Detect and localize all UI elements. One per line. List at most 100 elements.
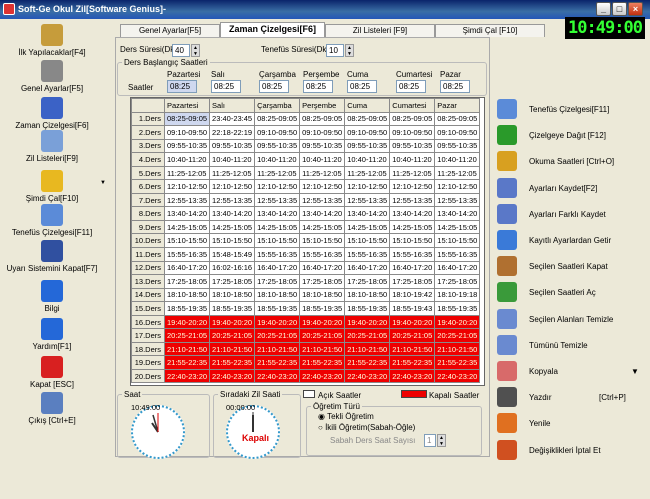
morning-count-input[interactable]: 1 [424,434,436,447]
schedule-cell[interactable]: 13:40-14:20 [163,206,211,221]
schedule-cell[interactable]: 21:55-22:35 [254,355,301,370]
schedule-cell[interactable]: 17:25-18:05 [434,274,481,289]
schedule-cell[interactable]: 11:25-12:05 [209,165,256,181]
start-time-input[interactable]: 08:25 [259,80,289,93]
schedule-cell[interactable]: 20:25-21:05 [254,328,301,343]
schedule-cell[interactable]: 09:55-10:35 [163,138,211,154]
schedule-cell[interactable]: 21:10-21:50 [209,341,256,357]
schedule-cell[interactable]: 09:55-10:35 [299,138,346,154]
schedule-cell[interactable]: 09:55-10:35 [254,138,301,154]
schedule-cell[interactable]: 15:55-16:35 [163,247,211,262]
schedule-cell[interactable]: 21:10-21:50 [344,341,391,357]
schedule-cell[interactable]: 16:40-17:20 [163,260,211,276]
tab-ring-now[interactable]: Şimdi Çal [F10] [435,24,545,37]
schedule-cell[interactable]: 11:25-12:05 [254,165,301,181]
schedule-cell[interactable]: 15:55-16:35 [434,247,481,262]
schedule-cell[interactable]: 18:10-19:42 [389,287,436,303]
schedule-cell[interactable]: 12:10-12:50 [434,179,481,194]
schedule-cell[interactable]: 18:10-19:18 [434,287,481,303]
schedule-cell[interactable]: 12:55-13:35 [389,192,436,208]
schedule-cell[interactable]: 14:25-15:05 [344,219,391,235]
schedule-cell[interactable]: 18:55-19:35 [209,301,256,316]
schedule-cell[interactable]: 09:55-10:35 [389,138,436,154]
schedule-cell[interactable]: 20:25-21:05 [434,328,481,343]
schedule-cell[interactable]: 09:10-09:50 [434,125,481,140]
schedule-cell[interactable]: 19:40-20:20 [254,314,301,330]
sidebar-item-7[interactable]: Bilgi [2,280,102,313]
schedule-cell[interactable]: 19:40-20:20 [299,314,346,330]
schedule-cell[interactable]: 15:55-16:35 [299,247,346,262]
schedule-cell[interactable]: 22:40-23:20 [209,368,256,384]
schedule-cell[interactable]: 15:10-15:50 [299,233,346,248]
schedule-cell[interactable]: 20:25-21:05 [389,328,436,343]
schedule-cell[interactable]: 14:25-15:05 [209,219,256,235]
action-button-5[interactable]: Kayıtlı Ayarlardan Getir [495,229,645,253]
schedule-cell[interactable]: 20:25-21:05 [344,328,391,343]
schedule-cell[interactable]: 11:25-12:05 [299,165,346,181]
schedule-cell[interactable]: 17:25-18:05 [163,274,211,289]
schedule-cell[interactable]: 12:55-13:35 [434,192,481,208]
schedule-cell[interactable]: 12:55-13:35 [163,192,211,208]
schedule-cell[interactable]: 22:40-23:20 [389,368,436,384]
action-button-3[interactable]: Ayarları Kaydet[F2] [495,177,645,201]
schedule-cell[interactable]: 21:10-21:50 [389,341,436,357]
schedule-cell[interactable]: 10:40-11:20 [254,152,301,167]
schedule-cell[interactable]: 15:10-15:50 [254,233,301,248]
schedule-cell[interactable]: 20:25-21:05 [163,328,211,343]
schedule-cell[interactable]: 12:55-13:35 [299,192,346,208]
action-button-10[interactable]: Kopyala ▼ [495,360,645,384]
schedule-cell[interactable]: 12:55-13:35 [254,192,301,208]
schedule-cell[interactable]: 13:40-14:20 [254,206,301,221]
schedule-cell[interactable]: 13:40-14:20 [344,206,391,221]
schedule-cell[interactable]: 19:40-20:20 [434,314,481,330]
schedule-cell[interactable]: 23:40-23:45 [209,111,256,127]
schedule-cell[interactable]: 22:40-23:20 [163,368,211,384]
sidebar-item-9[interactable]: Kapat [ESC] [2,356,102,389]
schedule-cell[interactable]: 17:25-18:05 [389,274,436,289]
schedule-cell[interactable]: 22:40-23:20 [434,368,481,384]
schedule-cell[interactable]: 14:25-15:05 [299,219,346,235]
tab-bell-lists[interactable]: Zil Listeleri [F9] [325,24,435,37]
schedule-cell[interactable]: 10:40-11:20 [163,152,211,167]
tab-timetable[interactable]: Zaman Çizelgesi[F6] [220,22,325,38]
schedule-cell[interactable]: 22:18-22:19 [209,125,256,140]
schedule-cell[interactable]: 09:10-09:50 [389,125,436,140]
schedule-cell[interactable]: 18:10-18:50 [344,287,391,303]
schedule-cell[interactable]: 10:40-11:20 [389,152,436,167]
schedule-cell[interactable]: 12:10-12:50 [254,179,301,194]
schedule-cell[interactable]: 10:40-11:20 [344,152,391,167]
start-time-input[interactable]: 08:25 [396,80,426,93]
action-button-7[interactable]: Seçilen Saatleri Aç [495,281,645,305]
schedule-cell[interactable]: 14:25-15:05 [163,219,211,235]
schedule-cell[interactable]: 21:55-22:35 [299,355,346,370]
schedule-cell[interactable]: 21:10-21:50 [254,341,301,357]
sidebar-item-8[interactable]: Yardım[F1] [2,318,102,351]
morning-count-stepper[interactable]: ▲ ▼ [437,434,446,447]
schedule-cell[interactable]: 20:25-21:05 [209,328,256,343]
tab-general-settings[interactable]: Genel Ayarlar[F5] [120,24,220,37]
schedule-cell[interactable]: 13:40-14:20 [434,206,481,221]
minimize-button[interactable]: _ [596,2,611,16]
schedule-cell[interactable]: 09:55-10:35 [209,138,256,154]
schedule-cell[interactable]: 08:25-09:05 [434,111,481,127]
schedule-cell[interactable]: 18:10-18:50 [209,287,256,303]
schedule-cell[interactable]: 19:40-20:20 [163,314,211,330]
schedule-cell[interactable]: 18:55-19:35 [163,301,211,316]
schedule-cell[interactable]: 19:40-20:20 [344,314,391,330]
schedule-cell[interactable]: 15:55-16:35 [254,247,301,262]
start-time-input[interactable]: 08:25 [211,80,241,93]
schedule-cell[interactable]: 09:10-09:50 [344,125,391,140]
sidebar-item-10[interactable]: Çıkış [Ctrl+E] [2,392,102,425]
schedule-cell[interactable]: 12:55-13:35 [344,192,391,208]
schedule-cell[interactable]: 12:10-12:50 [163,179,211,194]
action-button-11[interactable]: Yazdır [Ctrl+P] [495,386,645,410]
schedule-cell[interactable]: 18:10-18:50 [254,287,301,303]
schedule-cell[interactable]: 16:40-17:20 [344,260,391,276]
schedule-cell[interactable]: 15:55-16:35 [344,247,391,262]
schedule-cell[interactable]: 22:40-23:20 [299,368,346,384]
schedule-cell[interactable]: 16:40-17:20 [434,260,481,276]
schedule-cell[interactable]: 12:10-12:50 [389,179,436,194]
schedule-cell[interactable]: 14:25-15:05 [254,219,301,235]
sidebar-item-0[interactable]: İlk Yapılacaklar[F4] [2,24,102,57]
schedule-cell[interactable]: 09:10-09:50 [299,125,346,140]
